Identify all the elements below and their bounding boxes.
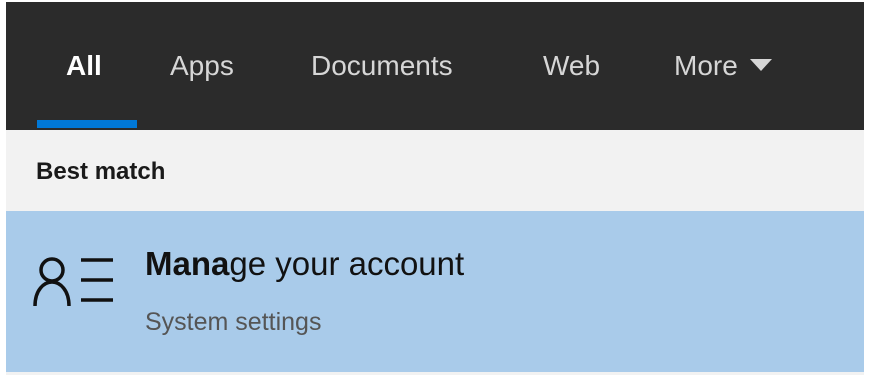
tab-all[interactable]: All xyxy=(66,46,102,86)
tab-web[interactable]: Web xyxy=(543,46,600,86)
caret-down-icon xyxy=(749,58,772,71)
section-heading: Best match xyxy=(36,158,166,185)
result-title-match: Mana xyxy=(145,245,230,282)
account-settings-icon xyxy=(33,257,113,307)
result-subtitle: System settings xyxy=(145,308,322,336)
tab-apps-label: Apps xyxy=(170,50,234,81)
tab-documents[interactable]: Documents xyxy=(311,46,453,86)
tab-more-label: More xyxy=(674,50,738,81)
search-filter-tabs: All Apps Documents Web More xyxy=(6,2,864,130)
result-title: Manage your account xyxy=(145,245,464,283)
tab-documents-label: Documents xyxy=(311,50,453,81)
tab-apps[interactable]: Apps xyxy=(170,46,234,86)
tab-all-label: All xyxy=(66,50,102,81)
tab-more[interactable]: More xyxy=(674,46,772,86)
tab-web-label: Web xyxy=(543,50,601,81)
best-match-result[interactable]: Manage your account System settings xyxy=(6,211,864,372)
result-title-rest: ge your account xyxy=(229,245,465,282)
active-tab-indicator xyxy=(37,120,137,128)
search-results-panel: All Apps Documents Web More Best match M… xyxy=(6,2,864,375)
